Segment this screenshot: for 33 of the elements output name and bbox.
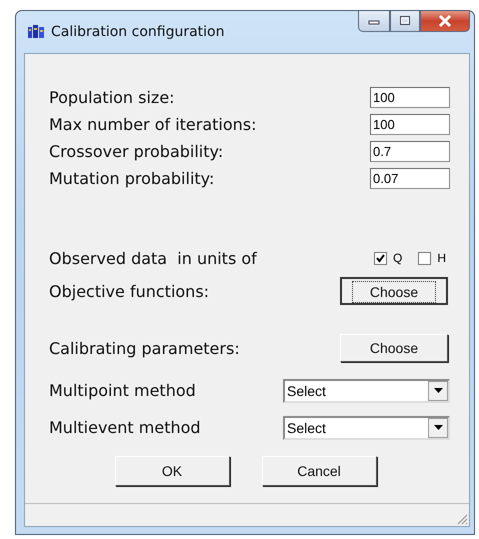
minimize-button[interactable] [358,11,390,32]
chooser-label: Calibrating parameters: [49,338,240,358]
dropdown-arrow-icon [434,425,442,430]
close-button[interactable] [420,11,470,32]
field-label: Population size: [49,88,175,107]
dropdown-label: Multipoint method [49,381,196,400]
field-label: Crossover probability: [49,142,224,161]
checkbox[interactable] [418,252,432,264]
resize-grip-icon [456,513,468,525]
text-field[interactable]: 0.07 [370,168,450,189]
choose-button[interactable]: Choose [340,277,448,305]
method-dropdown[interactable]: Select [283,378,450,402]
close-icon [437,14,453,28]
text-field[interactable]: 0.7 [370,141,450,162]
text-field[interactable]: 100 [370,114,450,135]
units-label: Observed data in units of [49,248,257,268]
maximize-button[interactable] [390,11,420,32]
dropdown-label: Multievent method [49,418,201,437]
choose-button[interactable]: Choose [340,334,448,362]
app-icon [27,24,45,40]
chooser-label: Objective functions: [49,282,210,300]
maximize-icon [398,15,412,27]
text-field[interactable]: 100 [370,87,450,108]
dropdown-arrow-icon [434,388,442,393]
window-title: Calibration configuration [51,24,224,40]
dialog-button[interactable]: Cancel [262,456,376,486]
method-dropdown[interactable]: Select [283,416,450,440]
checkbox-label: Q [392,251,402,265]
field-label: Mutation probability: [49,169,214,188]
checkbox-label: H [437,251,446,265]
dialog-button[interactable]: OK [114,456,230,486]
checkbox[interactable] [374,252,387,264]
field-label: Max number of iterations: [49,115,257,134]
